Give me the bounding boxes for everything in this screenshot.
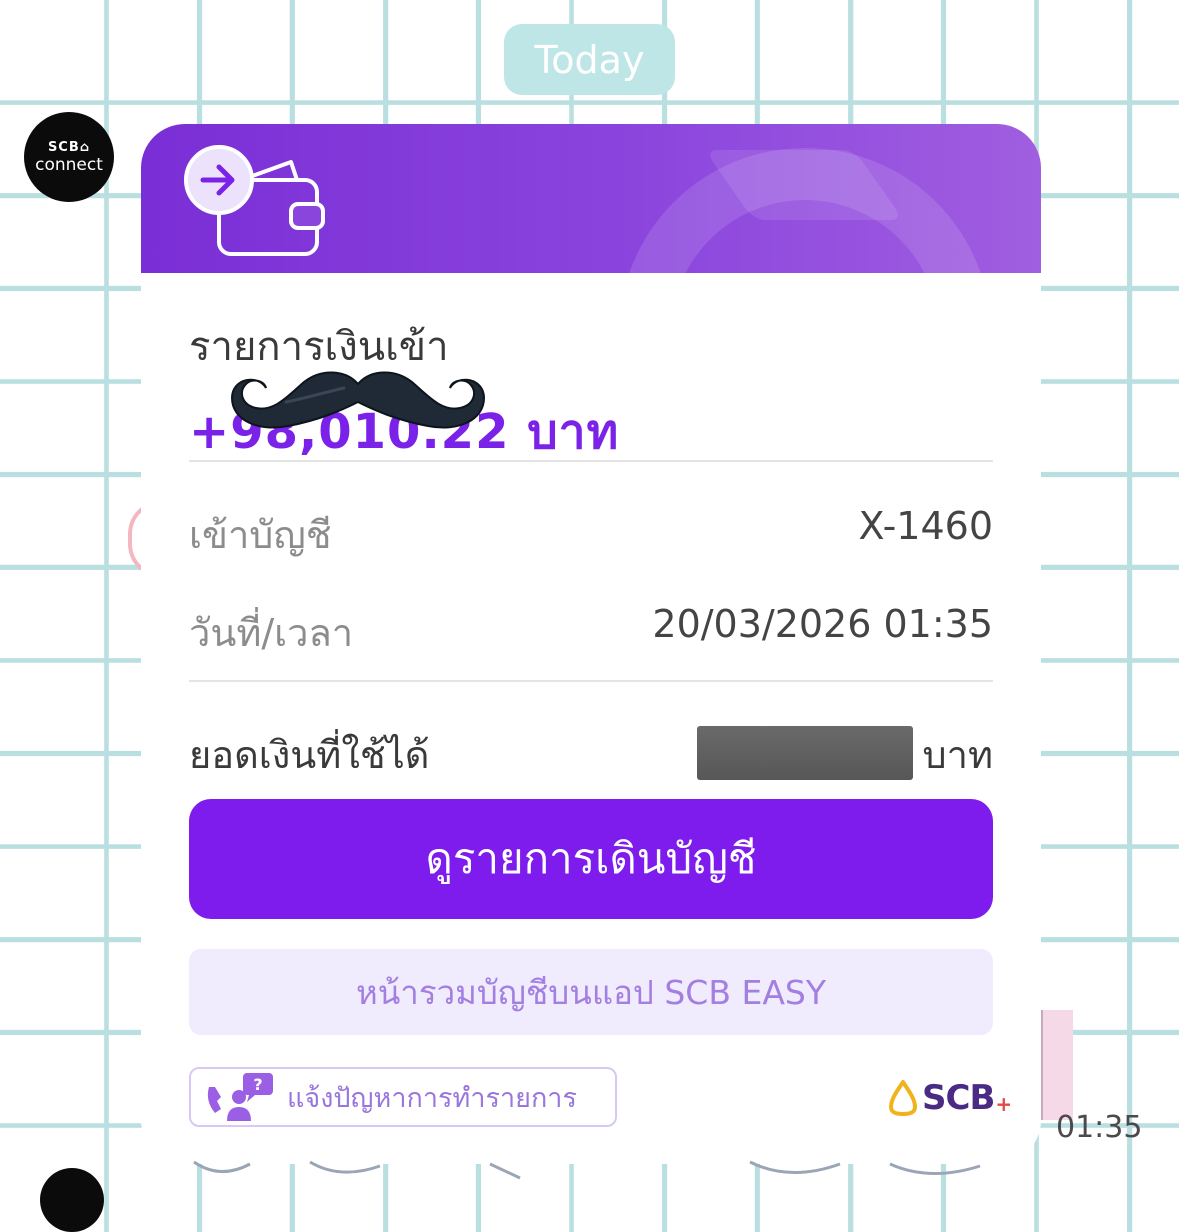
balance-redaction	[697, 726, 913, 780]
mustache-sticker	[230, 371, 486, 429]
divider	[189, 680, 993, 682]
balance-label: ยอดเงินที่ใช้ได้	[189, 733, 430, 777]
brand-text: SCB	[922, 1078, 995, 1118]
brand-plus: +	[995, 1092, 1013, 1116]
next-sender-avatar[interactable]	[40, 1168, 104, 1232]
datetime-value: 20/03/2026 01:35	[652, 602, 993, 646]
date-separator: Today	[504, 24, 675, 95]
card-header	[141, 124, 1041, 273]
transaction-card: รายการเงินเข้า +98,010.22 บาท เข้าบัญชี …	[141, 124, 1041, 1164]
svg-text:?: ?	[253, 1075, 262, 1094]
background-sticker-edge	[1040, 1010, 1073, 1120]
view-statement-button[interactable]: ดูรายการเดินบัญชี	[189, 799, 993, 919]
support-chat-icon: ?	[207, 1073, 273, 1121]
account-label: เข้าบัญชี	[189, 513, 332, 557]
account-value: X-1460	[858, 504, 993, 548]
background-doodle	[193, 1160, 981, 1180]
avatar-logo-line1: SCB⌂	[47, 139, 91, 155]
datetime-label: วันที่/เวลา	[189, 611, 354, 655]
scb-logo-icon	[889, 1080, 917, 1116]
open-scb-easy-button[interactable]: หน้ารวมบัญชีบนแอป SCB EASY	[189, 949, 993, 1035]
avatar-logo-line2: connect	[35, 154, 103, 175]
message-timestamp: 01:35	[1056, 1110, 1143, 1145]
divider	[189, 460, 993, 462]
sender-avatar[interactable]: SCB⌂ connect	[24, 112, 114, 202]
wallet-incoming-icon	[184, 145, 325, 256]
balance-unit: บาท	[922, 733, 993, 777]
report-problem-label: แจ้งปัญหาการทำรายการ	[287, 1082, 577, 1114]
report-problem-button[interactable]: ? แจ้งปัญหาการทำรายการ	[189, 1067, 617, 1127]
scb-brand: SCB +	[887, 1074, 1017, 1122]
